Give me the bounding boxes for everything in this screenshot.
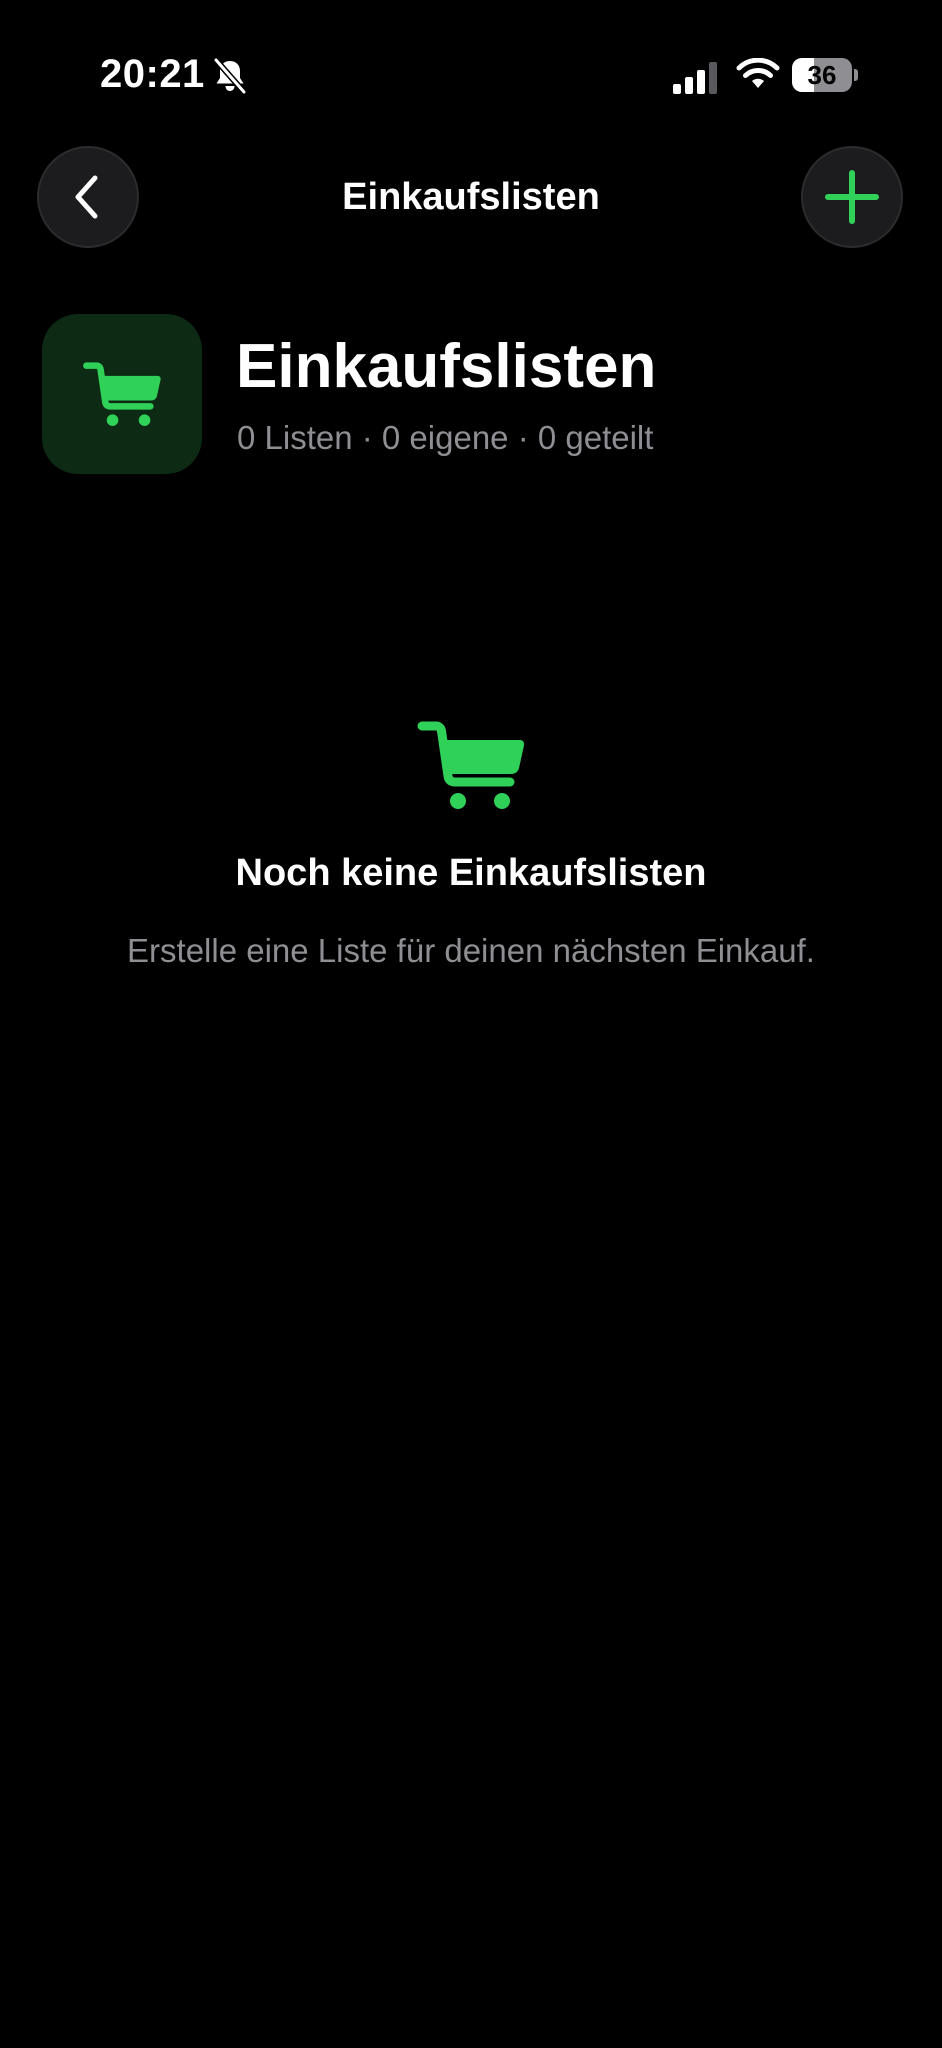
empty-state-description: Erstelle eine Liste für deinen nächsten … — [127, 932, 815, 969]
cart-icon — [83, 362, 161, 426]
status-time: 20:21 — [100, 52, 205, 96]
signal-icon — [673, 62, 717, 94]
list-summary: 0 Listen · 0 eigene · 0 geteilt — [237, 419, 654, 456]
battery-icon: 36 — [792, 58, 858, 92]
page-title: Einkaufslisten — [236, 332, 657, 401]
bell-slash-icon — [213, 58, 247, 94]
battery-level: 36 — [807, 60, 837, 90]
add-list-button[interactable] — [801, 146, 903, 248]
wifi-icon — [736, 58, 780, 88]
status-bar: 20:21 36 — [0, 0, 942, 150]
empty-state-title: Noch keine Einkaufslisten — [235, 852, 707, 894]
cart-icon — [417, 721, 525, 809]
header-icon-tile — [42, 314, 202, 474]
plus-icon — [825, 170, 879, 224]
battery-cap — [854, 69, 858, 81]
